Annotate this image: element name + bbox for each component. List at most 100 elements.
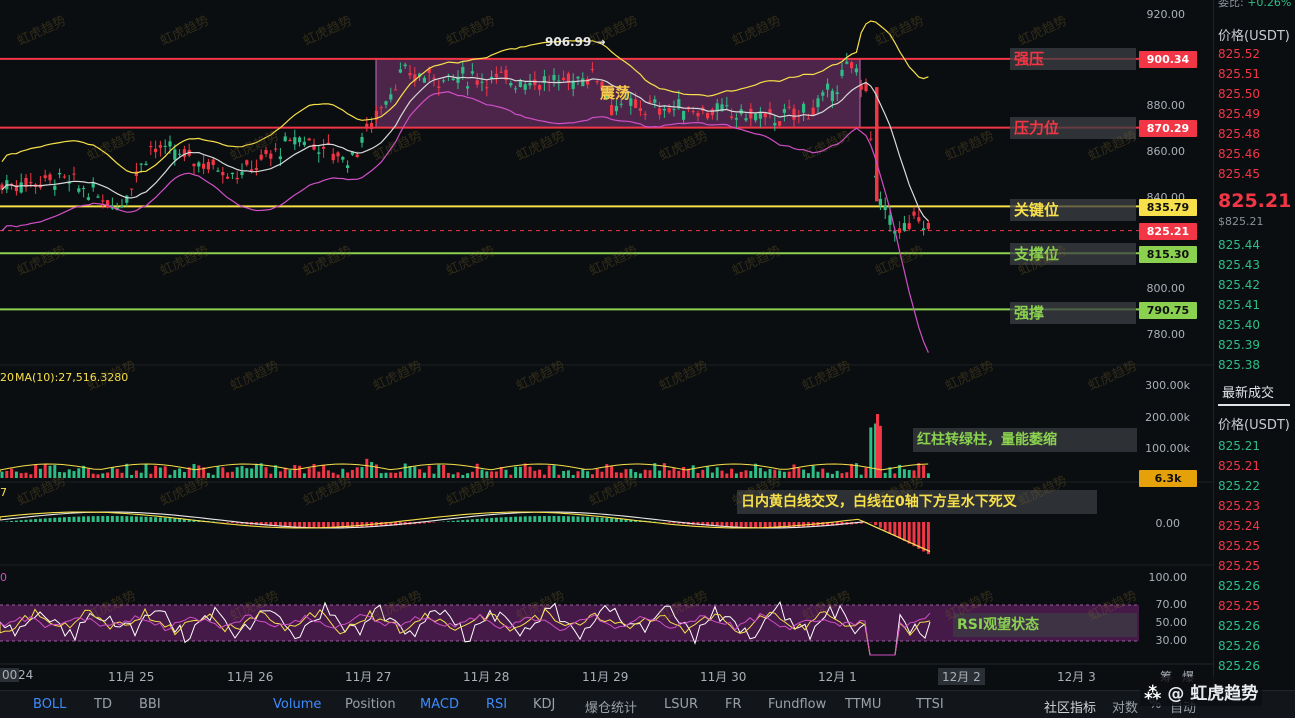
indicator-tab-fundflow[interactable]: Fundflow <box>768 697 826 712</box>
indicator-tab-rsi[interactable]: RSI <box>486 697 507 712</box>
candle-body <box>389 94 392 99</box>
candle-body <box>346 165 349 168</box>
candle-body <box>668 108 671 112</box>
volume-bar <box>380 473 383 478</box>
bid-price[interactable]: 825.41 <box>1218 298 1260 312</box>
volume-bar <box>197 465 200 478</box>
volume-bar <box>529 467 532 478</box>
candle-body <box>836 92 839 94</box>
candle-body <box>749 109 752 119</box>
log-scale-button[interactable]: 对数 <box>1112 697 1138 716</box>
volume-bar <box>418 469 421 478</box>
volume-ma-prefix: 20 <box>0 371 14 384</box>
indicator-tab-fr[interactable]: FR <box>725 697 742 712</box>
macd-histogram-bar <box>5 521 8 522</box>
volume-bar <box>610 466 613 478</box>
volume-bar <box>447 473 450 478</box>
candle-body <box>432 78 435 79</box>
candle-body <box>658 108 661 114</box>
ask-price[interactable]: 825.45 <box>1218 167 1260 181</box>
candle-body <box>317 152 320 153</box>
ask-price[interactable]: 825.50 <box>1218 87 1260 101</box>
volume-bar <box>409 466 412 478</box>
bid-price[interactable]: 825.40 <box>1218 318 1260 332</box>
macd-histogram-bar <box>428 522 431 523</box>
indicator-tab-kdj[interactable]: KDJ <box>533 697 555 712</box>
volume-bar <box>749 471 752 478</box>
ask-price[interactable]: 825.51 <box>1218 67 1260 81</box>
bid-price[interactable]: 825.42 <box>1218 278 1260 292</box>
volume-bar <box>178 468 181 478</box>
indicator-tab-ttsi[interactable]: TTSI <box>916 697 944 712</box>
candle-body <box>399 69 402 72</box>
volume-bar <box>725 474 728 478</box>
macd-histogram-bar <box>533 516 536 522</box>
ask-price[interactable]: 825.48 <box>1218 127 1260 141</box>
candle-body <box>725 105 728 106</box>
indicator-tab-macd[interactable]: MACD <box>420 697 459 712</box>
candlestick-chart[interactable] <box>0 0 1213 690</box>
candle-body <box>101 200 104 201</box>
volume-bar <box>44 464 47 478</box>
bid-price[interactable]: 825.38 <box>1218 358 1260 372</box>
x-label-nov26: 11月 26 <box>227 668 273 685</box>
volume-bar <box>428 466 431 478</box>
bid-price[interactable]: 825.43 <box>1218 258 1260 272</box>
candle-body <box>672 109 675 110</box>
candle-body <box>773 123 776 125</box>
macd-histogram-bar <box>351 522 354 528</box>
bid-price[interactable]: 825.39 <box>1218 338 1260 352</box>
candle-body <box>879 199 882 205</box>
volume-bar <box>831 474 834 478</box>
volume-bar <box>730 469 733 478</box>
macd-histogram-bar <box>601 518 604 522</box>
indicator-tab-爆仓统计[interactable]: 爆仓统计 <box>585 697 637 716</box>
macd-histogram-bar <box>308 522 311 528</box>
candle-body <box>788 107 791 108</box>
candle-body <box>778 121 781 126</box>
macd-histogram-bar <box>101 516 104 522</box>
volume-bar <box>634 472 637 478</box>
x-label-nov28: 11月 28 <box>463 668 509 685</box>
indicator-tab-td[interactable]: TD <box>94 697 112 712</box>
candle-body <box>140 164 143 165</box>
volume-bar <box>25 473 28 478</box>
last-price[interactable]: 825.21 <box>1218 190 1291 212</box>
indicator-tab-ttmu[interactable]: TTMU <box>845 697 881 712</box>
community-indicator-button[interactable]: 社区指标 <box>1044 697 1096 716</box>
macd-histogram-bar <box>490 518 493 522</box>
indicator-tab-position[interactable]: Position <box>345 697 396 712</box>
macd-histogram-bar <box>605 518 608 522</box>
volume-bar <box>173 470 176 478</box>
volume-bar <box>793 464 796 478</box>
trades-title[interactable]: 最新成交 <box>1222 382 1274 401</box>
indicator-tab-lsur[interactable]: LSUR <box>664 697 698 712</box>
ask-price[interactable]: 825.49 <box>1218 107 1260 121</box>
chart-area[interactable]: 920.00 880.00 860.00 840.00 800.00 780.0… <box>0 0 1213 690</box>
ask-price[interactable]: 825.46 <box>1218 147 1260 161</box>
indicator-tab-boll[interactable]: BOLL <box>33 697 66 712</box>
volume-bar <box>433 474 436 478</box>
macd-histogram-bar <box>567 516 570 522</box>
bid-price[interactable]: 825.44 <box>1218 238 1260 252</box>
volume-bar <box>721 471 724 478</box>
indicator-tab-volume[interactable]: Volume <box>273 697 321 712</box>
candle-body <box>48 174 51 180</box>
candle-body <box>260 155 263 160</box>
macd-histogram-bar <box>125 516 128 522</box>
macd-histogram-bar <box>25 520 28 522</box>
candle-body <box>620 104 623 105</box>
ask-price[interactable]: 825.52 <box>1218 47 1260 61</box>
trades-header: 价格(USDT) <box>1218 414 1290 433</box>
candle-body <box>831 91 834 101</box>
top-ratio: 委比: +0.26% <box>1218 0 1291 10</box>
volume-bar <box>821 469 824 478</box>
volume-bar <box>581 469 584 478</box>
volume-bar <box>58 472 61 478</box>
volume-bar <box>826 473 829 478</box>
macd-histogram-bar <box>44 518 47 522</box>
volume-bar <box>154 466 157 478</box>
indicator-tab-bbi[interactable]: BBI <box>139 697 161 712</box>
candle-body <box>696 113 699 116</box>
candle-body <box>365 124 368 128</box>
